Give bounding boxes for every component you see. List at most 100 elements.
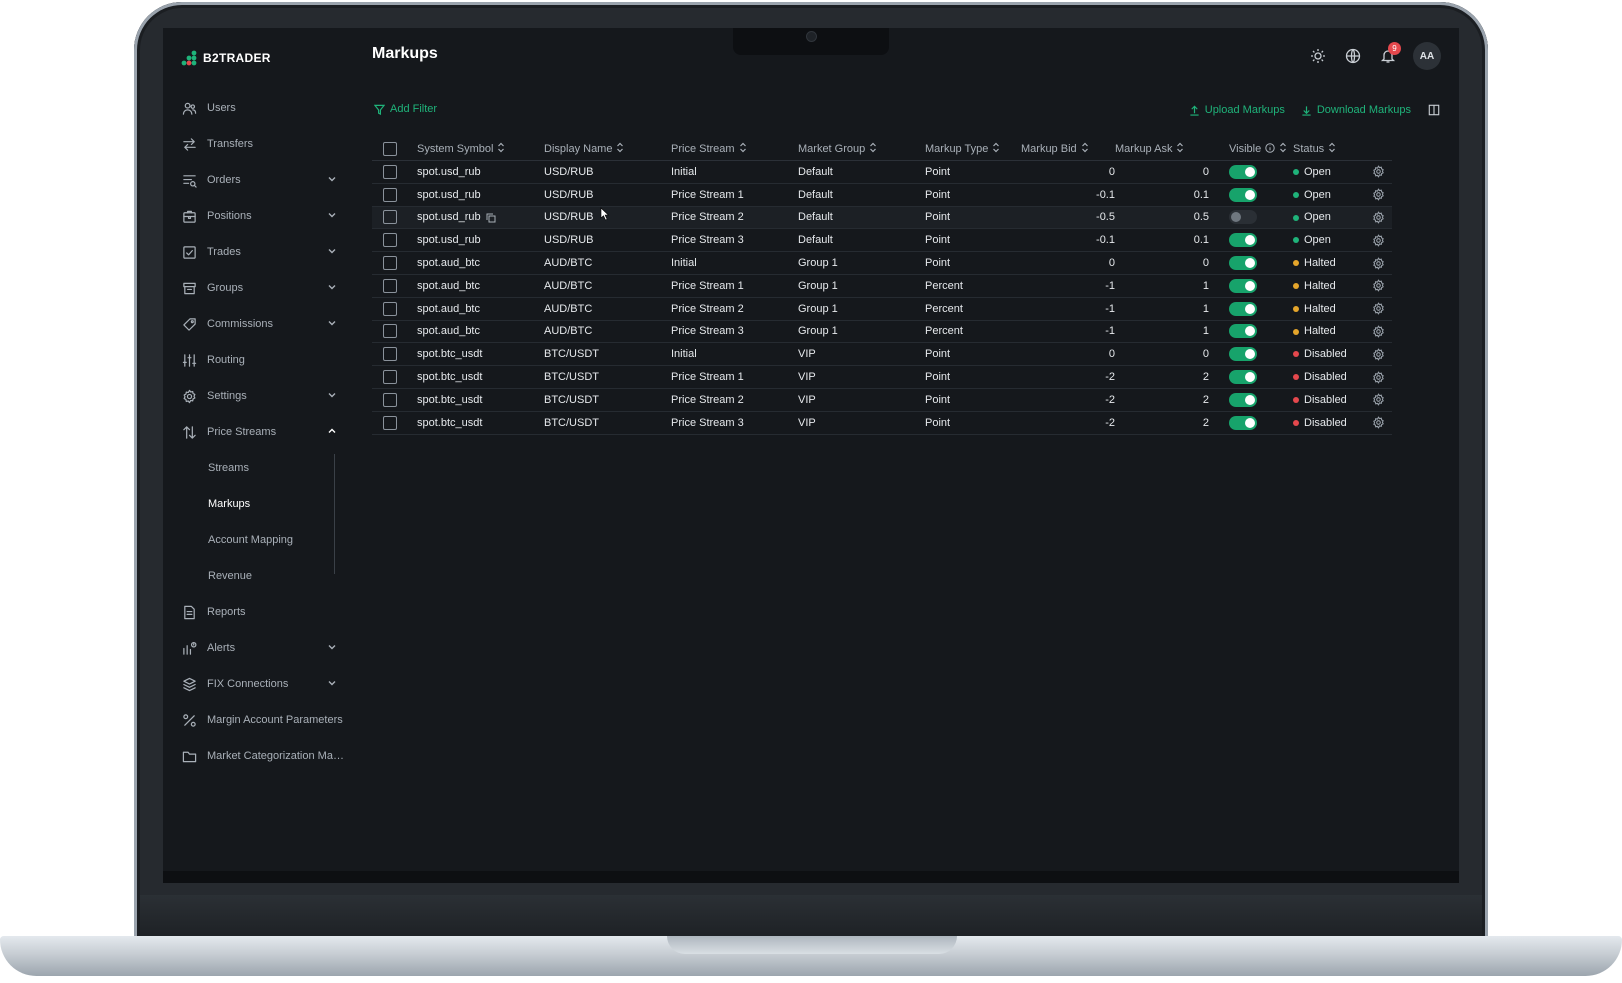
chevron-down-icon[interactable] <box>326 677 338 689</box>
row-checkbox[interactable] <box>383 164 397 179</box>
row-settings-button[interactable] <box>1363 370 1393 384</box>
upload-markups-button[interactable]: Upload Markups <box>1189 104 1285 116</box>
table-row[interactable]: spot.usd_rub USD/RUB Initial Default Point 0 0… <box>372 161 1392 184</box>
sort-icon[interactable] <box>1176 142 1184 156</box>
table-row[interactable]: spot.btc_usdt BTC/USDT Price Stream 3 VIP Po… <box>372 412 1392 435</box>
row-settings-button[interactable] <box>1363 302 1393 315</box>
visible-toggle[interactable] <box>1229 415 1257 430</box>
sidebar-item-trades[interactable]: Trades <box>163 234 358 270</box>
sidebar-item-margin-account-parameters[interactable]: Margin Account Parameters <box>163 702 358 738</box>
row-settings-button[interactable] <box>1363 165 1393 179</box>
table-row[interactable]: spot.usd_rub USD/RUB Price Stream 1 Default… <box>372 184 1392 207</box>
row-settings-button[interactable] <box>1363 325 1393 338</box>
sort-icon[interactable] <box>992 142 1000 156</box>
row-checkbox[interactable] <box>383 347 397 362</box>
visible-toggle[interactable] <box>1229 347 1257 362</box>
visible-toggle[interactable] <box>1229 187 1257 202</box>
add-filter-button[interactable]: Add Filter <box>374 103 437 115</box>
sidebar-item-groups[interactable]: Groups <box>163 270 358 306</box>
table-row[interactable]: spot.usd_rub USD/RUB Price Stream 3 Default… <box>372 229 1393 253</box>
column-header-markup-ask[interactable]: Markup Ask <box>1115 142 1209 156</box>
sidebar-item-orders[interactable]: Orders <box>163 162 358 198</box>
sort-icon[interactable] <box>1081 142 1089 156</box>
theme-toggle-button[interactable] <box>1308 46 1328 66</box>
chevron-down-icon[interactable] <box>326 317 338 329</box>
column-header-display-name[interactable]: Display Name <box>544 142 671 156</box>
sidebar-item-positions[interactable]: Positions <box>163 198 358 234</box>
row-settings-button[interactable] <box>1363 234 1393 247</box>
visible-toggle[interactable] <box>1229 256 1257 271</box>
sidebar-item-commissions[interactable]: Commissions <box>163 306 358 342</box>
row-checkbox[interactable] <box>383 187 397 202</box>
row-checkbox[interactable] <box>383 324 397 339</box>
info-icon[interactable] <box>1265 142 1275 156</box>
language-button[interactable] <box>1343 46 1363 66</box>
sort-icon[interactable] <box>1279 142 1287 156</box>
copy-icon[interactable] <box>481 211 496 223</box>
row-settings-button[interactable] <box>1363 211 1393 224</box>
sort-icon[interactable] <box>497 142 505 156</box>
visible-toggle[interactable] <box>1229 392 1257 407</box>
table-row[interactable]: spot.aud_btc AUD/BTC Price Stream 1 Group 1… <box>372 275 1392 298</box>
sidebar-subitem-revenue[interactable]: Revenue <box>163 558 358 594</box>
table-row[interactable]: spot.btc_usdt BTC/USDT Price Stream 2 VIP Po… <box>372 389 1392 412</box>
sidebar-item-transfers[interactable]: Transfers <box>163 126 358 162</box>
row-checkbox[interactable] <box>383 370 397 385</box>
sidebar-item-alerts[interactable]: Alerts <box>163 630 358 666</box>
chevron-up-icon[interactable] <box>326 425 338 437</box>
row-checkbox[interactable] <box>383 301 397 316</box>
sidebar-item-reports[interactable]: Reports <box>163 594 358 630</box>
column-header-market-group[interactable]: Market Group <box>798 142 925 156</box>
row-checkbox[interactable] <box>383 210 397 225</box>
column-header-markup-type[interactable]: Markup Type <box>925 142 1021 156</box>
row-settings-button[interactable] <box>1363 348 1393 361</box>
sort-icon[interactable] <box>616 142 624 156</box>
sort-icon[interactable] <box>739 142 747 156</box>
chevron-down-icon[interactable] <box>326 641 338 653</box>
row-checkbox[interactable] <box>383 233 397 248</box>
column-header-visible[interactable]: Visible <box>1209 142 1293 156</box>
visible-toggle[interactable] <box>1229 370 1257 385</box>
row-checkbox[interactable] <box>383 278 397 293</box>
sidebar-item-users[interactable]: Users <box>163 90 358 126</box>
row-settings-button[interactable] <box>1363 256 1393 270</box>
select-all-checkbox[interactable] <box>383 142 397 156</box>
sort-icon[interactable] <box>1328 142 1336 156</box>
table-row[interactable]: spot.aud_btc AUD/BTC Initial Group 1 Point 0 0… <box>372 252 1392 275</box>
visible-toggle[interactable] <box>1229 164 1257 179</box>
chevron-down-icon[interactable] <box>326 389 338 401</box>
row-checkbox[interactable] <box>383 415 397 430</box>
chevron-down-icon[interactable] <box>326 245 338 257</box>
avatar[interactable]: AA <box>1413 42 1441 70</box>
visible-toggle[interactable] <box>1229 278 1257 293</box>
visible-toggle[interactable] <box>1229 301 1257 316</box>
sidebar-item-price-streams[interactable]: Price Streams <box>163 414 358 450</box>
visible-toggle[interactable] <box>1229 233 1257 248</box>
row-checkbox[interactable] <box>383 256 397 271</box>
brand-logo[interactable]: B2TRADER <box>181 46 271 70</box>
sidebar-subitem-account-mapping[interactable]: Account Mapping <box>163 522 358 558</box>
notifications-button[interactable]: 9 <box>1378 42 1401 66</box>
column-header-status[interactable]: Status <box>1293 142 1363 156</box>
sort-icon[interactable] <box>869 142 877 156</box>
sidebar-subitem-streams[interactable]: Streams <box>163 450 358 486</box>
sidebar-item-market-categorization-man[interactable]: Market Categorization Man... <box>163 738 358 774</box>
chevron-down-icon[interactable] <box>326 173 338 185</box>
table-row[interactable]: spot.aud_btc AUD/BTC Price Stream 2 Group 1… <box>372 298 1392 321</box>
sidebar-subitem-markups[interactable]: Markups <box>163 486 358 522</box>
column-header-system-symbol[interactable]: System Symbol <box>417 142 544 156</box>
table-row[interactable]: spot.btc_usdt BTC/USDT Price Stream 1 VIP Po… <box>372 366 1392 389</box>
row-settings-button[interactable] <box>1363 188 1393 201</box>
chevron-down-icon[interactable] <box>326 281 338 293</box>
column-header-markup-bid[interactable]: Markup Bid <box>1021 142 1115 156</box>
visible-toggle[interactable] <box>1229 210 1257 225</box>
visible-toggle[interactable] <box>1229 324 1257 339</box>
row-settings-button[interactable] <box>1363 416 1393 429</box>
row-settings-button[interactable] <box>1363 279 1393 293</box>
sidebar-item-fix-connections[interactable]: FIX Connections <box>163 666 358 702</box>
download-markups-button[interactable]: Download Markups <box>1301 104 1411 116</box>
sidebar-item-routing[interactable]: Routing <box>163 342 358 378</box>
row-checkbox[interactable] <box>383 392 397 407</box>
table-row[interactable]: spot.aud_btc AUD/BTC Price Stream 3 Group 1… <box>372 321 1392 344</box>
columns-toggle-button[interactable] <box>1427 103 1441 117</box>
